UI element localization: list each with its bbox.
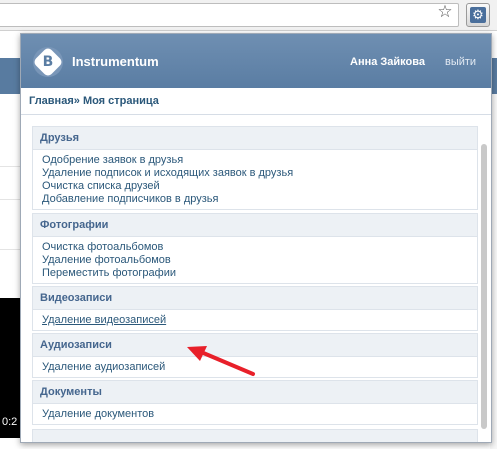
section-photos: Фотографии Очистка фотоальбомов Удаление… bbox=[32, 213, 478, 284]
menu-link[interactable]: Одобрение заявок в друзья bbox=[42, 154, 477, 167]
menu-link[interactable]: Удаление аудиозаписей bbox=[42, 361, 477, 374]
menu-link[interactable]: Добавление подписчиков в друзья bbox=[42, 193, 477, 206]
section-documents: Документы Удаление документов bbox=[32, 380, 478, 425]
menu-link[interactable]: Удаление подписок и исходящих заявок в д… bbox=[42, 167, 477, 180]
address-bar[interactable] bbox=[0, 3, 459, 27]
menu-link[interactable]: Удаление документов bbox=[42, 408, 477, 421]
background-video-player[interactable]: 0:2 bbox=[0, 298, 20, 438]
scrollbar[interactable] bbox=[481, 144, 487, 429]
section-title: Фотографии bbox=[33, 214, 477, 237]
breadcrumb-home[interactable]: Главная bbox=[29, 95, 74, 107]
menu-link[interactable]: Удаление фотоальбомов bbox=[42, 254, 477, 267]
extension-button[interactable]: ⚙ bbox=[466, 3, 490, 27]
user-name[interactable]: Анна Зайкова bbox=[350, 56, 425, 68]
delete-videos-link[interactable]: Удаление видеозаписей bbox=[42, 314, 477, 327]
popup-header: B Instrumentum Анна Зайкова выйти bbox=[21, 34, 491, 88]
star-icon[interactable]: ☆ bbox=[436, 3, 454, 21]
app-title: Instrumentum bbox=[72, 54, 159, 69]
section-videos: Видеозаписи Удаление видеозаписей bbox=[32, 286, 478, 331]
logout-link[interactable]: выйти bbox=[445, 56, 476, 68]
menu-link[interactable]: Очистка списка друзей bbox=[42, 180, 477, 193]
section-title: Друзья bbox=[33, 127, 477, 150]
video-time: 0:2 bbox=[2, 416, 18, 428]
vk-logo-icon: B bbox=[32, 46, 64, 78]
extension-popup: B Instrumentum Анна Зайкова выйти Главна… bbox=[20, 33, 492, 443]
section-next-partial bbox=[32, 429, 478, 442]
section-title: Документы bbox=[33, 381, 477, 404]
breadcrumb-current: Моя страница bbox=[82, 95, 159, 107]
gear-icon: ⚙ bbox=[470, 7, 486, 23]
menu-link[interactable]: Очистка фотоальбомов bbox=[42, 241, 477, 254]
section-friends: Друзья Одобрение заявок в друзья Удалени… bbox=[32, 126, 478, 210]
breadcrumb: Главная» Моя страница bbox=[29, 95, 159, 107]
browser-toolbar: ☆ ⚙ bbox=[0, 0, 497, 31]
breadcrumb-separator: » bbox=[73, 95, 80, 107]
section-title: Видеозаписи bbox=[33, 287, 477, 310]
menu-link[interactable]: Переместить фотографии bbox=[42, 267, 477, 280]
red-arrow-icon bbox=[187, 346, 255, 376]
